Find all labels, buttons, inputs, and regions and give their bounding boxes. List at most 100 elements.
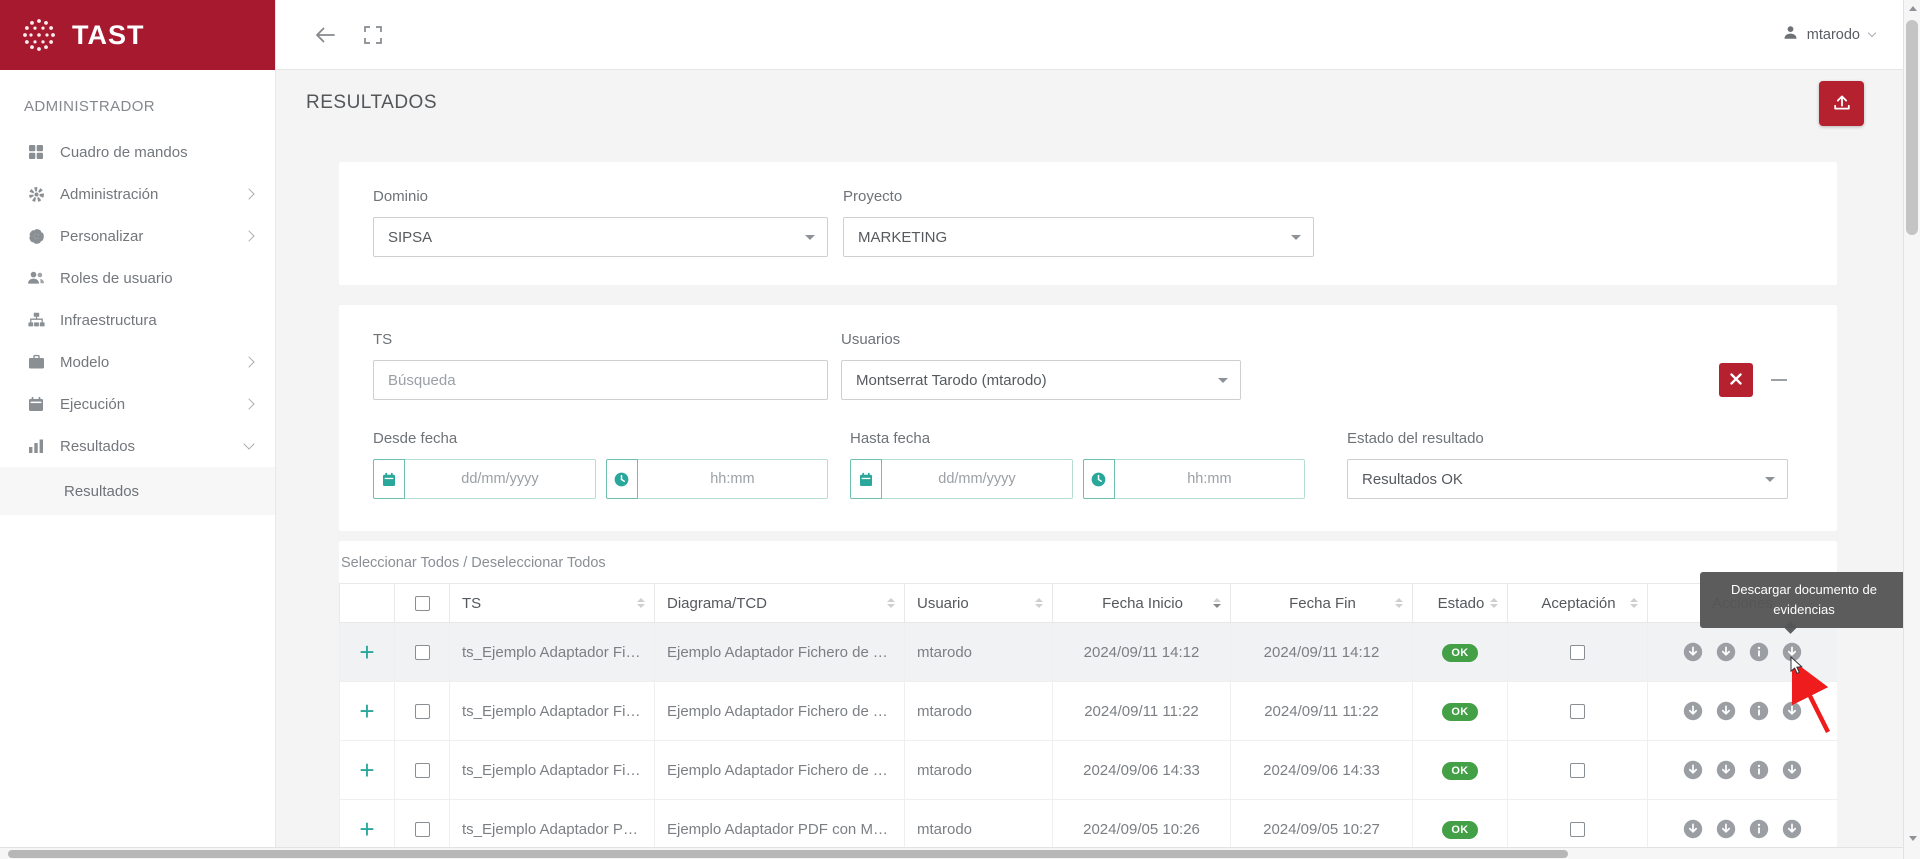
info-icon[interactable]	[1749, 701, 1769, 721]
gear-icon	[26, 186, 46, 203]
estado-resultado-select[interactable]: Resultados OK	[1347, 459, 1788, 499]
chevron-right-icon	[243, 398, 254, 409]
proyecto-select[interactable]: MARKETING	[843, 217, 1314, 257]
app-logo[interactable]: TAST	[0, 0, 275, 70]
collapse-filters-icon[interactable]	[1771, 379, 1787, 382]
user-icon	[1783, 25, 1798, 45]
download-log-icon[interactable]	[1716, 760, 1736, 780]
clock-picker-icon[interactable]	[606, 459, 638, 499]
usuarios-select[interactable]: Montserrat Tarodo (mtarodo)	[841, 360, 1241, 400]
upload-icon	[1832, 92, 1852, 115]
sidebar-item-modelo[interactable]: Modelo	[0, 341, 275, 383]
sidebar-item-cuadro-de-mandos[interactable]: Cuadro de mandos	[0, 131, 275, 173]
hasta-time-input[interactable]	[1115, 459, 1305, 499]
download-evidences-icon[interactable]	[1782, 760, 1802, 780]
table-row: + ts_Ejemplo Adaptador Fich... Ejemplo A…	[340, 682, 1838, 741]
sidebar-section-label: ADMINISTRADOR	[0, 70, 275, 131]
sort-icon[interactable]	[637, 598, 645, 609]
download-evidences-icon[interactable]	[1782, 819, 1802, 839]
horizontal-scrollbar[interactable]	[0, 847, 1903, 859]
aceptacion-checkbox[interactable]	[1570, 704, 1585, 719]
results-table: TS Diagrama/TCD Usuario Fecha Inicio Fec…	[339, 583, 1837, 859]
vertical-scrollbar-thumb[interactable]	[1906, 20, 1918, 235]
sidebar-item-personalizar[interactable]: Personalizar	[0, 215, 275, 257]
sort-icon[interactable]	[1490, 598, 1498, 609]
row-checkbox[interactable]	[415, 763, 430, 778]
back-arrow-icon[interactable]	[314, 26, 336, 44]
results-table-panel: Seleccionar Todos / Deseleccionar Todos …	[339, 541, 1837, 859]
desde-time-input[interactable]	[638, 459, 828, 499]
ts-label: TS	[373, 331, 828, 348]
download-result-icon[interactable]	[1683, 819, 1703, 839]
fullscreen-icon[interactable]	[364, 26, 382, 44]
info-icon[interactable]	[1749, 642, 1769, 662]
expand-row-icon[interactable]: +	[359, 816, 374, 842]
expand-row-icon[interactable]: +	[359, 639, 374, 665]
sidebar-item-label: Cuadro de mandos	[60, 144, 253, 161]
aceptacion-checkbox[interactable]	[1570, 763, 1585, 778]
aceptacion-checkbox[interactable]	[1570, 822, 1585, 837]
sort-icon[interactable]	[1035, 598, 1043, 609]
user-name: mtarodo	[1807, 27, 1860, 43]
sidebar-item-ejecucion[interactable]: Ejecución	[0, 383, 275, 425]
table-row: + ts_Ejemplo Adaptador Fich... Ejemplo A…	[340, 623, 1838, 682]
info-icon[interactable]	[1749, 760, 1769, 780]
sort-icon[interactable]	[1630, 598, 1638, 609]
dominio-select[interactable]: SIPSA	[373, 217, 828, 257]
domain-project-panel: Dominio SIPSA Proyecto MARKETING	[339, 162, 1837, 285]
desde-date-input[interactable]	[405, 459, 596, 499]
expand-row-icon[interactable]: +	[359, 698, 374, 724]
sidebar-item-resultados[interactable]: Resultados	[0, 425, 275, 467]
clear-filters-button[interactable]	[1719, 363, 1753, 397]
sort-icon[interactable]	[1395, 598, 1403, 609]
user-menu[interactable]: mtarodo	[1783, 25, 1875, 45]
horizontal-scrollbar-thumb[interactable]	[8, 850, 1568, 858]
cell-fecha-fin: 2024/09/11 14:12	[1231, 623, 1413, 682]
row-checkbox[interactable]	[415, 822, 430, 837]
aceptacion-checkbox[interactable]	[1570, 645, 1585, 660]
download-result-icon[interactable]	[1683, 701, 1703, 721]
download-result-icon[interactable]	[1683, 642, 1703, 662]
download-log-icon[interactable]	[1716, 642, 1736, 662]
page-title: RESULTADOS	[306, 92, 437, 114]
status-badge: OK	[1442, 762, 1477, 780]
calendar-icon	[26, 396, 46, 412]
column-header-fecha-fin: Fecha Fin	[1289, 595, 1356, 612]
clock-picker-icon[interactable]	[1083, 459, 1115, 499]
scroll-down-button[interactable]	[1904, 830, 1920, 846]
row-checkbox[interactable]	[415, 645, 430, 660]
scroll-up-button[interactable]	[1904, 0, 1920, 16]
table-row: + ts_Ejemplo Adaptador Fich... Ejemplo A…	[340, 741, 1838, 800]
sidebar-item-roles-de-usuario[interactable]: Roles de usuario	[0, 257, 275, 299]
cell-fecha-fin: 2024/09/11 11:22	[1231, 682, 1413, 741]
cell-diagrama: Ejemplo Adaptador Fichero de Text...	[655, 623, 905, 682]
main-content: RESULTADOS Dominio SIPSA Proyecto MARKET…	[276, 70, 1920, 859]
download-log-icon[interactable]	[1716, 819, 1736, 839]
upload-button[interactable]	[1819, 81, 1864, 126]
close-icon	[1729, 372, 1743, 389]
sidebar-item-administracion[interactable]: Administración	[0, 173, 275, 215]
calendar-picker-icon[interactable]	[373, 459, 405, 499]
select-all-checkbox[interactable]	[415, 596, 430, 611]
ts-search-input[interactable]	[373, 360, 828, 400]
page-header: RESULTADOS	[276, 70, 1920, 136]
download-result-icon[interactable]	[1683, 760, 1703, 780]
proyecto-value: MARKETING	[858, 229, 947, 246]
row-checkbox[interactable]	[415, 704, 430, 719]
select-all-toggle-link[interactable]: Seleccionar Todos / Deseleccionar Todos	[339, 541, 606, 583]
cell-usuario: mtarodo	[905, 741, 1053, 800]
calendar-picker-icon[interactable]	[850, 459, 882, 499]
download-log-icon[interactable]	[1716, 701, 1736, 721]
logo-icon	[20, 16, 58, 54]
brand-name: TAST	[72, 20, 145, 51]
expand-row-icon[interactable]: +	[359, 757, 374, 783]
info-icon[interactable]	[1749, 819, 1769, 839]
sort-icon[interactable]	[887, 598, 895, 609]
estado-resultado-label: Estado del resultado	[1347, 430, 1788, 447]
hasta-date-input[interactable]	[882, 459, 1073, 499]
vertical-scrollbar[interactable]	[1903, 0, 1920, 859]
sitemap-icon	[26, 312, 46, 328]
sort-icon[interactable]	[1213, 598, 1221, 609]
sidebar-item-infraestructura[interactable]: Infraestructura	[0, 299, 275, 341]
sidebar-item-resultados-sub[interactable]: Resultados	[0, 467, 275, 515]
